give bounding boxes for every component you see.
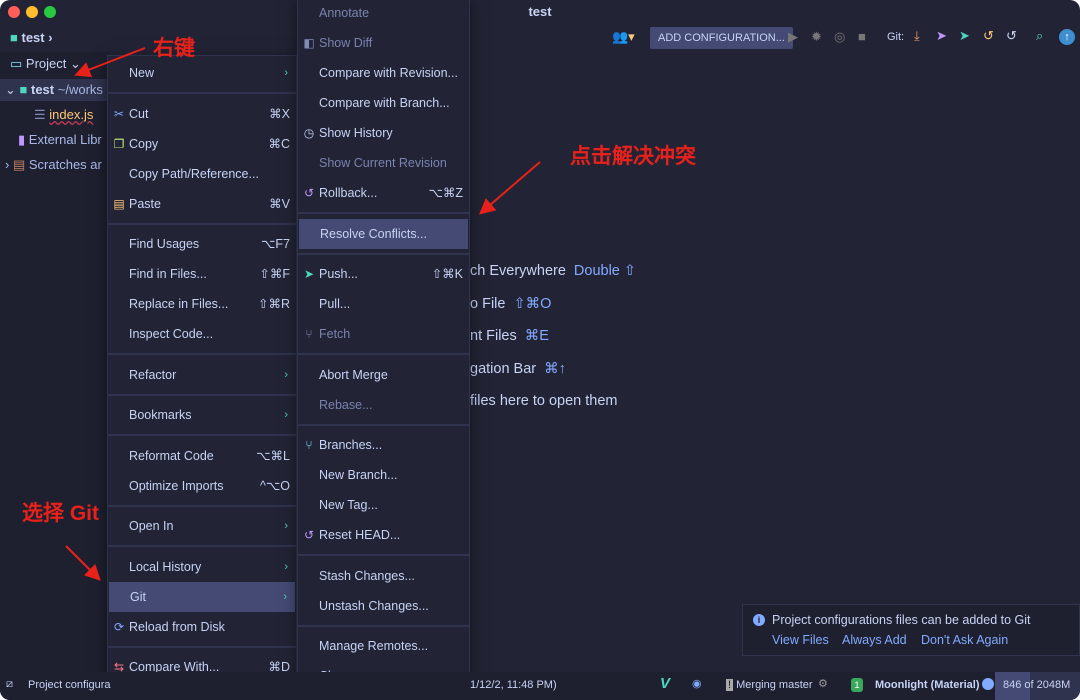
annotation-arrows — [65, 47, 541, 581]
arrow-git — [65, 545, 101, 581]
annotation-right-click: 右键 — [153, 37, 195, 60]
annotation-select-git: 选择 Git — [22, 502, 99, 525]
arrow-resolve — [478, 161, 541, 215]
arrow-right-click — [74, 47, 146, 78]
annotation-resolve: 点击解决冲突 — [570, 145, 696, 168]
